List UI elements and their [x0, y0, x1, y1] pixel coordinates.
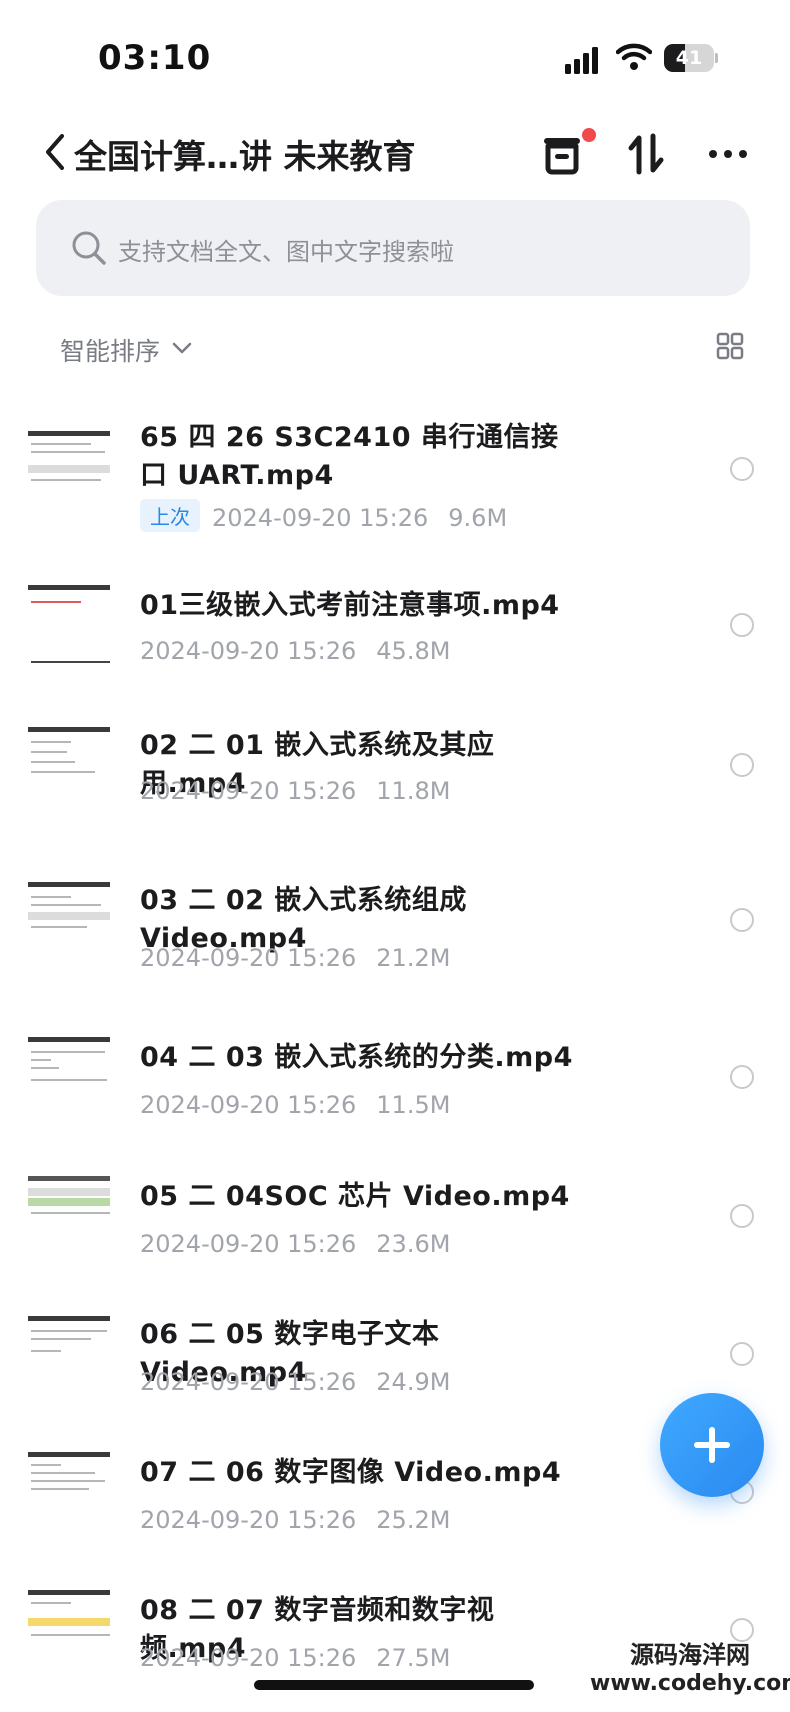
watermark-url: www.codehy.com	[590, 1671, 790, 1696]
file-date: 2024-09-20 15:26	[212, 504, 429, 532]
search-icon	[72, 231, 106, 265]
battery-icon: 41	[664, 44, 718, 72]
video-thumbnail	[28, 1316, 110, 1382]
status-bar: 03:10 41	[0, 0, 790, 100]
file-name: 65 四 26 S3C2410 串行通信接口 UART.mp4	[140, 422, 559, 491]
file-date: 2024-09-20 15:26	[140, 1644, 357, 1672]
back-arrow-icon[interactable]	[42, 132, 68, 172]
file-size: 45.8M	[376, 637, 451, 665]
video-thumbnail	[28, 1037, 110, 1103]
list-item[interactable]: 04 二 03 嵌入式系统的分类.mp4 2024-09-20 15:26 11.…	[0, 1037, 790, 1127]
status-time: 03:10	[98, 38, 212, 78]
select-checkbox[interactable]	[730, 908, 754, 932]
select-checkbox[interactable]	[730, 613, 754, 637]
file-size: 21.2M	[376, 944, 451, 972]
file-size: 11.5M	[376, 1091, 451, 1119]
file-name: 05 二 04SOC 芯片 Video.mp4	[140, 1181, 570, 1212]
file-meta: 2024-09-20 15:26 25.2M	[140, 1506, 450, 1534]
sort-row: 智能排序	[0, 322, 790, 372]
select-checkbox[interactable]	[730, 1342, 754, 1366]
file-meta: 2024-09-20 15:26 45.8M	[140, 637, 450, 665]
notification-dot	[582, 128, 596, 142]
select-checkbox[interactable]	[730, 753, 754, 777]
battery-level: 41	[675, 47, 703, 69]
search-placeholder: 支持文档全文、图中文字搜索啦	[118, 238, 454, 266]
file-meta: 2024-09-20 15:26 21.2M	[140, 944, 450, 972]
list-item[interactable]: 05 二 04SOC 芯片 Video.mp4 2024-09-20 15:26…	[0, 1176, 790, 1266]
search-input[interactable]: 支持文档全文、图中文字搜索啦	[36, 200, 750, 296]
list-item[interactable]: 65 四 26 S3C2410 串行通信接口 UART.mp4 上次 2024-0…	[0, 415, 790, 535]
file-size: 23.6M	[376, 1230, 451, 1258]
watermark-title: 源码海洋网	[630, 1641, 750, 1669]
file-name: 07 二 06 数字图像 Video.mp4	[140, 1457, 562, 1488]
file-size: 11.8M	[376, 777, 451, 805]
video-thumbnail	[28, 1452, 110, 1518]
file-size: 24.9M	[376, 1368, 451, 1396]
file-date: 2024-09-20 15:26	[140, 777, 357, 805]
wifi-icon	[616, 43, 652, 70]
select-checkbox[interactable]	[730, 1065, 754, 1089]
file-date: 2024-09-20 15:26	[140, 1091, 357, 1119]
file-size: 27.5M	[376, 1644, 451, 1672]
cellular-signal-icon	[565, 47, 598, 74]
video-thumbnail	[28, 882, 110, 948]
video-thumbnail	[28, 431, 110, 497]
file-meta: 上次 2024-09-20 15:26 9.6M	[140, 499, 507, 532]
page-title: 全国计算…讲 未来教育	[74, 137, 416, 176]
select-checkbox[interactable]	[730, 457, 754, 481]
file-meta: 2024-09-20 15:26 11.5M	[140, 1091, 450, 1119]
file-name: 01三级嵌入式考前注意事项.mp4	[140, 590, 560, 621]
video-thumbnail	[28, 727, 110, 793]
video-thumbnail	[28, 1590, 110, 1656]
file-meta: 2024-09-20 15:26 24.9M	[140, 1368, 450, 1396]
home-indicator	[254, 1680, 534, 1690]
list-item[interactable]: 01三级嵌入式考前注意事项.mp4 2024-09-20 15:26 45.8M	[0, 585, 790, 675]
list-item[interactable]: 02 二 01 嵌入式系统及其应用.mp4 2024-09-20 15:26 11…	[0, 723, 790, 813]
recent-tag: 上次	[140, 499, 200, 532]
file-size: 25.2M	[376, 1506, 451, 1534]
file-date: 2024-09-20 15:26	[140, 1230, 357, 1258]
add-button[interactable]	[660, 1393, 764, 1497]
file-size: 9.6M	[448, 504, 508, 532]
watermark: 源码海洋网 www.codehy.com	[590, 1640, 790, 1698]
file-name: 04 二 03 嵌入式系统的分类.mp4	[140, 1042, 573, 1073]
select-checkbox[interactable]	[730, 1618, 754, 1642]
file-date: 2024-09-20 15:26	[140, 944, 357, 972]
nav-bar: 全国计算…讲 未来教育	[0, 108, 790, 198]
sort-order-icon[interactable]	[626, 132, 666, 176]
video-thumbnail	[28, 585, 110, 665]
file-meta: 2024-09-20 15:26 23.6M	[140, 1230, 450, 1258]
sort-dropdown[interactable]: 智能排序	[60, 332, 160, 368]
file-meta: 2024-09-20 15:26 11.8M	[140, 777, 450, 805]
chevron-down-icon[interactable]	[172, 342, 192, 354]
list-item[interactable]: 03 二 02 嵌入式系统组成 Video.mp4 2024-09-20 15:…	[0, 880, 790, 972]
list-item[interactable]: 06 二 05 数字电子文本 Video.mp4 2024-09-20 15:2…	[0, 1314, 790, 1404]
file-date: 2024-09-20 15:26	[140, 637, 357, 665]
select-checkbox[interactable]	[730, 1204, 754, 1228]
file-date: 2024-09-20 15:26	[140, 1368, 357, 1396]
file-date: 2024-09-20 15:26	[140, 1506, 357, 1534]
file-meta: 2024-09-20 15:26 27.5M	[140, 1644, 450, 1672]
more-options-icon[interactable]	[708, 148, 748, 160]
video-thumbnail	[28, 1176, 110, 1242]
grid-view-icon[interactable]	[716, 332, 744, 360]
